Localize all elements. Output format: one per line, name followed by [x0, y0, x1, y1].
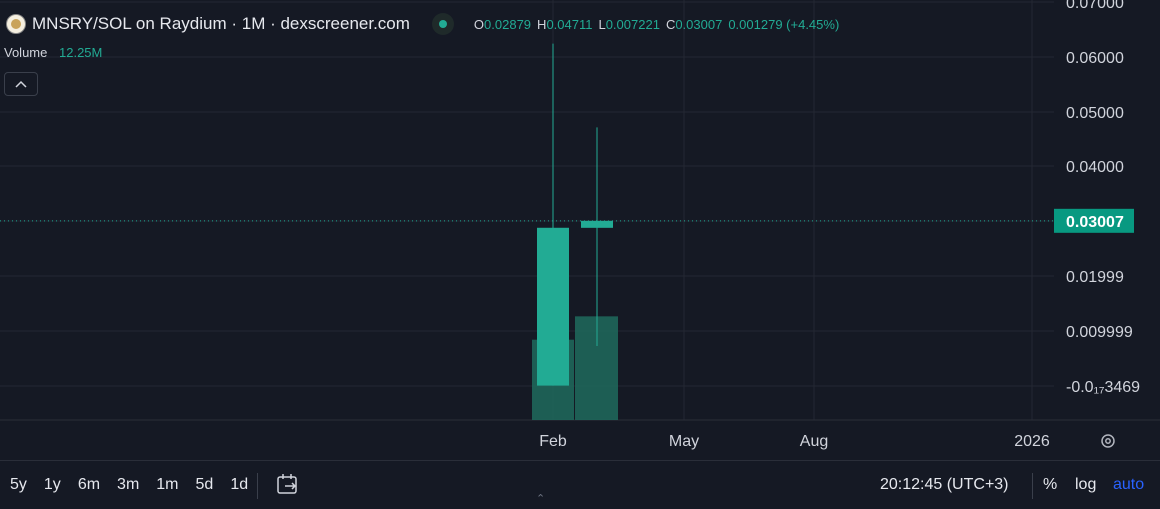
settings-gear-icon[interactable] — [1098, 431, 1118, 451]
x-tick-label: Feb — [539, 433, 567, 450]
ohlc-high-value: 0.04711 — [546, 16, 593, 32]
timezone-clock[interactable]: 20:12:45 (UTC+3) — [880, 476, 1009, 494]
ohlc-high-key: H — [537, 16, 547, 32]
range-5d[interactable]: 5d — [196, 476, 214, 494]
resize-handle-icon[interactable]: ⌃ — [536, 492, 545, 505]
ohlc-close-value: 0.03007 — [675, 16, 723, 32]
goto-date-calendar-icon[interactable] — [276, 473, 300, 497]
last-price-label: 0.03007 — [1066, 214, 1124, 231]
volume-legend: Volume 12.25M — [4, 45, 102, 60]
range-1m[interactable]: 1m — [156, 476, 178, 494]
range-1d[interactable]: 1d — [230, 476, 248, 494]
ohlc-close-key: C — [665, 16, 676, 32]
ohlc-open-value: 0.02879 — [484, 16, 532, 32]
ohlc-low-value: 0.007221 — [605, 16, 660, 32]
y-tick-label: 0.009999 — [1066, 324, 1133, 341]
volume-label: Volume — [4, 45, 48, 60]
range-selector: 5y 1y 6m 3m 1m 5d 1d — [10, 476, 265, 494]
candle-body — [581, 220, 613, 228]
x-tick-label: May — [669, 433, 699, 450]
toolbar-divider — [257, 473, 258, 499]
y-tick-label: 0.01999 — [1066, 269, 1124, 286]
candle-body — [537, 227, 569, 386]
ohlc-low-key: L — [598, 16, 606, 32]
price-chart[interactable]: 0.07000 0.06000 0.05000 0.04000 0.01999 0.009… — [0, 0, 1160, 460]
chart-title: MNSRY/SOL on Raydium · 1M · dexscreener.… — [32, 14, 410, 33]
percent-scale-toggle[interactable]: % — [1043, 476, 1057, 494]
ohlc-open-key: O — [473, 16, 485, 32]
market-status-icon[interactable] — [431, 13, 454, 35]
y-tick-label: 0.07000 — [1066, 0, 1124, 12]
ohlc-legend: O 0.02879 H 0.04711 L 0.007221 C 0.03007 0.0… — [474, 17, 845, 32]
x-tick-label: 2026 — [1014, 433, 1050, 450]
volume-value: 12.25M — [59, 45, 103, 60]
bottom-toolbar: 5y 1y 6m 3m 1m 5d 1d 20:12:45 (UTC+3) % … — [0, 460, 1160, 509]
range-6m[interactable]: 6m — [78, 476, 100, 494]
y-tick-label: 0.05000 — [1066, 105, 1124, 122]
range-1y[interactable]: 1y — [44, 476, 61, 494]
toolbar-divider — [1032, 473, 1033, 499]
range-3m[interactable]: 3m — [117, 476, 139, 494]
y-tick-label: -0.0₁₇3469 — [1066, 379, 1140, 396]
log-scale-toggle[interactable]: log — [1075, 476, 1096, 494]
ohlc-change: 0.001279 (+4.45%) — [728, 16, 840, 32]
x-tick-label: Aug — [800, 433, 828, 450]
chevron-up-icon — [15, 80, 27, 88]
token-logo-icon — [6, 14, 26, 34]
range-5y[interactable]: 5y — [10, 476, 27, 494]
collapse-legend-button[interactable] — [4, 72, 38, 96]
chart-header: MNSRY/SOL on Raydium · 1M · dexscreener.… — [6, 12, 845, 36]
auto-scale-toggle[interactable]: auto — [1113, 476, 1144, 494]
y-tick-label: 0.06000 — [1066, 50, 1124, 67]
y-tick-label: 0.04000 — [1066, 159, 1124, 176]
chart-area[interactable]: 0.07000 0.06000 0.05000 0.04000 0.01999 0.009… — [0, 0, 1160, 460]
